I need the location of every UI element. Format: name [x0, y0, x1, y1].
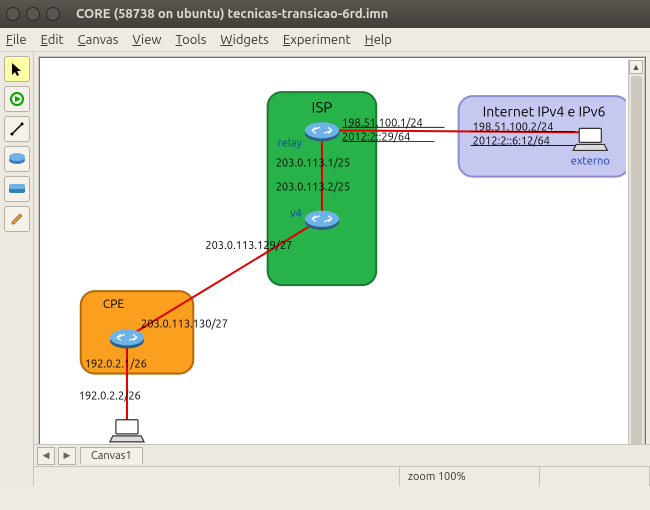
addr-isp-to-cpe: 203.0.113.129/27 — [205, 240, 292, 252]
workspace: ISP Internet IPv4 e IPv6 CPE relay — [0, 52, 650, 486]
tool-run[interactable] — [4, 86, 30, 112]
pencil-icon — [9, 211, 25, 227]
left-toolbar — [0, 52, 34, 486]
menu-experiment[interactable]: Experiment — [283, 33, 351, 47]
close-icon[interactable] — [6, 7, 20, 21]
menu-file[interactable]: File — [6, 33, 27, 47]
status-message — [34, 467, 400, 486]
statusbar: zoom 100% — [34, 466, 650, 486]
cursor-icon — [9, 61, 25, 77]
play-icon — [9, 91, 25, 107]
node-v4-label: v4 — [290, 208, 302, 220]
window-title: CORE (58738 on ubuntu) tecnicas-transica… — [76, 7, 388, 21]
menu-widgets[interactable]: Widgets — [220, 33, 268, 47]
canvas[interactable]: ISP Internet IPv4 e IPv6 CPE relay — [42, 60, 626, 462]
addr-cpe-wan: 203.0.113.130/27 — [141, 318, 228, 330]
addr-isp-mid2: 203.0.113.2/25 — [276, 182, 351, 194]
group-cpe-label: CPE — [103, 298, 125, 311]
scrollbar-vertical[interactable]: ▲ ▼ — [628, 60, 644, 462]
canvas-border: ISP Internet IPv4 e IPv6 CPE relay — [38, 56, 646, 482]
addr-cliente: 192.0.2.2/26 — [79, 391, 141, 403]
switch-icon — [7, 182, 27, 196]
tool-annotation[interactable] — [4, 206, 30, 232]
tab-prev-icon[interactable]: ◀ — [37, 447, 55, 465]
tool-switch[interactable] — [4, 176, 30, 202]
menu-edit[interactable]: Edit — [41, 33, 64, 47]
menu-view[interactable]: View — [132, 33, 161, 47]
node-externo-label: externo — [571, 156, 610, 168]
minimize-icon[interactable] — [26, 7, 40, 21]
tab-next-icon[interactable]: ▶ — [58, 447, 76, 465]
link-icon — [9, 121, 25, 137]
tool-router[interactable] — [4, 146, 30, 172]
addr-isp-mid1: 203.0.113.1/25 — [276, 158, 351, 170]
scroll-up-icon[interactable]: ▲ — [629, 60, 643, 74]
tab-canvas1[interactable]: Canvas1 — [80, 447, 143, 464]
menu-help[interactable]: Help — [365, 33, 392, 47]
menu-canvas[interactable]: Canvas — [78, 33, 119, 47]
status-coords — [540, 467, 650, 486]
tool-select[interactable] — [4, 56, 30, 82]
node-cpe[interactable] — [110, 329, 144, 348]
window-titlebar: CORE (58738 on ubuntu) tecnicas-transica… — [0, 0, 650, 28]
tool-link[interactable] — [4, 116, 30, 142]
node-relay-label: relay — [278, 137, 303, 149]
status-zoom: zoom 100% — [400, 467, 540, 486]
node-v4[interactable] — [305, 211, 339, 230]
node-cliente[interactable] — [110, 420, 144, 442]
group-internet-label: Internet IPv4 e IPv6 — [483, 103, 606, 119]
canvas-tabs: ◀ ▶ Canvas1 — [34, 444, 650, 466]
addr-cpe-lan: 192.0.2.1/26 — [85, 359, 147, 371]
node-relay[interactable] — [305, 122, 339, 141]
topology-svg: ISP Internet IPv4 e IPv6 CPE relay — [42, 60, 626, 462]
menu-tools[interactable]: Tools — [175, 33, 206, 47]
menubar: File Edit Canvas View Tools Widgets Expe… — [0, 28, 650, 52]
maximize-icon[interactable] — [46, 7, 60, 21]
canvas-area: ISP Internet IPv4 e IPv6 CPE relay — [34, 52, 650, 486]
router-icon — [7, 152, 27, 166]
group-isp-label: ISP — [312, 98, 333, 115]
